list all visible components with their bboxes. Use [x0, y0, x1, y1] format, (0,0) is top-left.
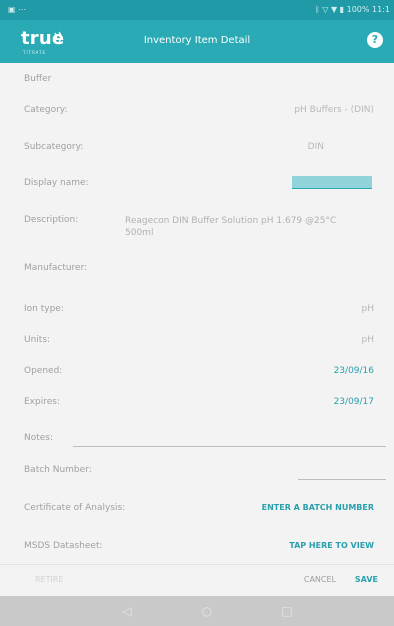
system-nav-bar: ◁ ○ □: [0, 596, 394, 626]
manufacturer-label: Manufacturer:: [24, 263, 88, 273]
help-icon[interactable]: ?: [367, 32, 383, 48]
display-name-input[interactable]: [292, 176, 372, 189]
section-heading: Buffer: [24, 74, 52, 84]
back-icon[interactable]: ◁: [120, 604, 134, 618]
enter-batch-number-link[interactable]: ENTER A BATCH NUMBER: [262, 503, 374, 512]
app-bar: true TITRATE Inventory Item Detail ?: [0, 20, 394, 63]
subcategory-value: DIN: [307, 142, 324, 152]
opened-value[interactable]: 23/09/16: [334, 366, 374, 376]
units-row: Units: pH: [24, 335, 384, 355]
notes-row: Notes:: [24, 433, 384, 453]
expires-value[interactable]: 23/09/17: [334, 397, 374, 407]
notes-input[interactable]: [73, 446, 386, 447]
subcategory-label: Subcategory:: [24, 142, 84, 152]
units-value: pH: [361, 335, 374, 345]
category-row: Category: pH Buffers - (DIN): [24, 105, 384, 125]
msds-row: MSDS Datasheet: TAP HERE TO VIEW: [24, 541, 384, 561]
save-button[interactable]: SAVE: [355, 575, 378, 584]
category-label: Category:: [24, 105, 68, 115]
units-label: Units:: [24, 335, 51, 345]
home-icon[interactable]: ○: [200, 604, 214, 618]
notes-label: Notes:: [24, 433, 54, 443]
certificate-label: Certificate of Analysis:: [24, 503, 126, 513]
category-value: pH Buffers - (DIN): [294, 105, 374, 115]
display-name-row: Display name:: [24, 176, 384, 198]
description-value: Reagecon DIN Buffer Solution pH 1.679 @2…: [125, 216, 337, 238]
ion-type-label: Ion type:: [24, 304, 64, 314]
tap-to-view-link[interactable]: TAP HERE TO VIEW: [289, 541, 374, 550]
opened-label: Opened:: [24, 366, 63, 376]
cancel-button[interactable]: CANCEL: [304, 575, 336, 584]
batch-number-label: Batch Number:: [24, 465, 92, 475]
display-name-label: Display name:: [24, 178, 89, 188]
ion-type-row: Ion type: pH: [24, 304, 384, 324]
detail-content: Buffer Category: pH Buffers - (DIN) Subc…: [0, 63, 394, 564]
status-bar: ▣ ⋯ ᛒ ▽ ▼ ▮ 100% 11:1: [0, 0, 394, 20]
page-title: Inventory Item Detail: [143, 35, 251, 46]
subcategory-row: Subcategory: DIN: [24, 142, 384, 162]
action-bar: RETIRE CANCEL SAVE: [0, 564, 394, 597]
batch-number-row: Batch Number:: [24, 465, 384, 485]
opened-row: Opened: 23/09/16: [24, 366, 384, 386]
expires-row: Expires: 23/09/17: [24, 397, 384, 417]
manufacturer-row: Manufacturer:: [24, 263, 384, 283]
msds-label: MSDS Datasheet:: [24, 541, 103, 551]
expires-label: Expires:: [24, 397, 60, 407]
ion-type-value: pH: [361, 304, 374, 314]
logo-subtext: TITRATE: [23, 50, 47, 55]
certificate-row: Certificate of Analysis: ENTER A BATCH N…: [24, 503, 384, 523]
retire-button[interactable]: RETIRE: [35, 575, 63, 584]
status-right: ᛒ ▽ ▼ ▮ 100% 11:1: [314, 5, 390, 14]
status-left: ▣ ⋯: [8, 5, 27, 14]
description-row: Description: Reagecon DIN Buffer Solutio…: [24, 215, 384, 245]
batch-number-input[interactable]: [298, 479, 386, 480]
description-label: Description:: [24, 215, 79, 225]
recent-apps-icon[interactable]: □: [280, 604, 294, 618]
